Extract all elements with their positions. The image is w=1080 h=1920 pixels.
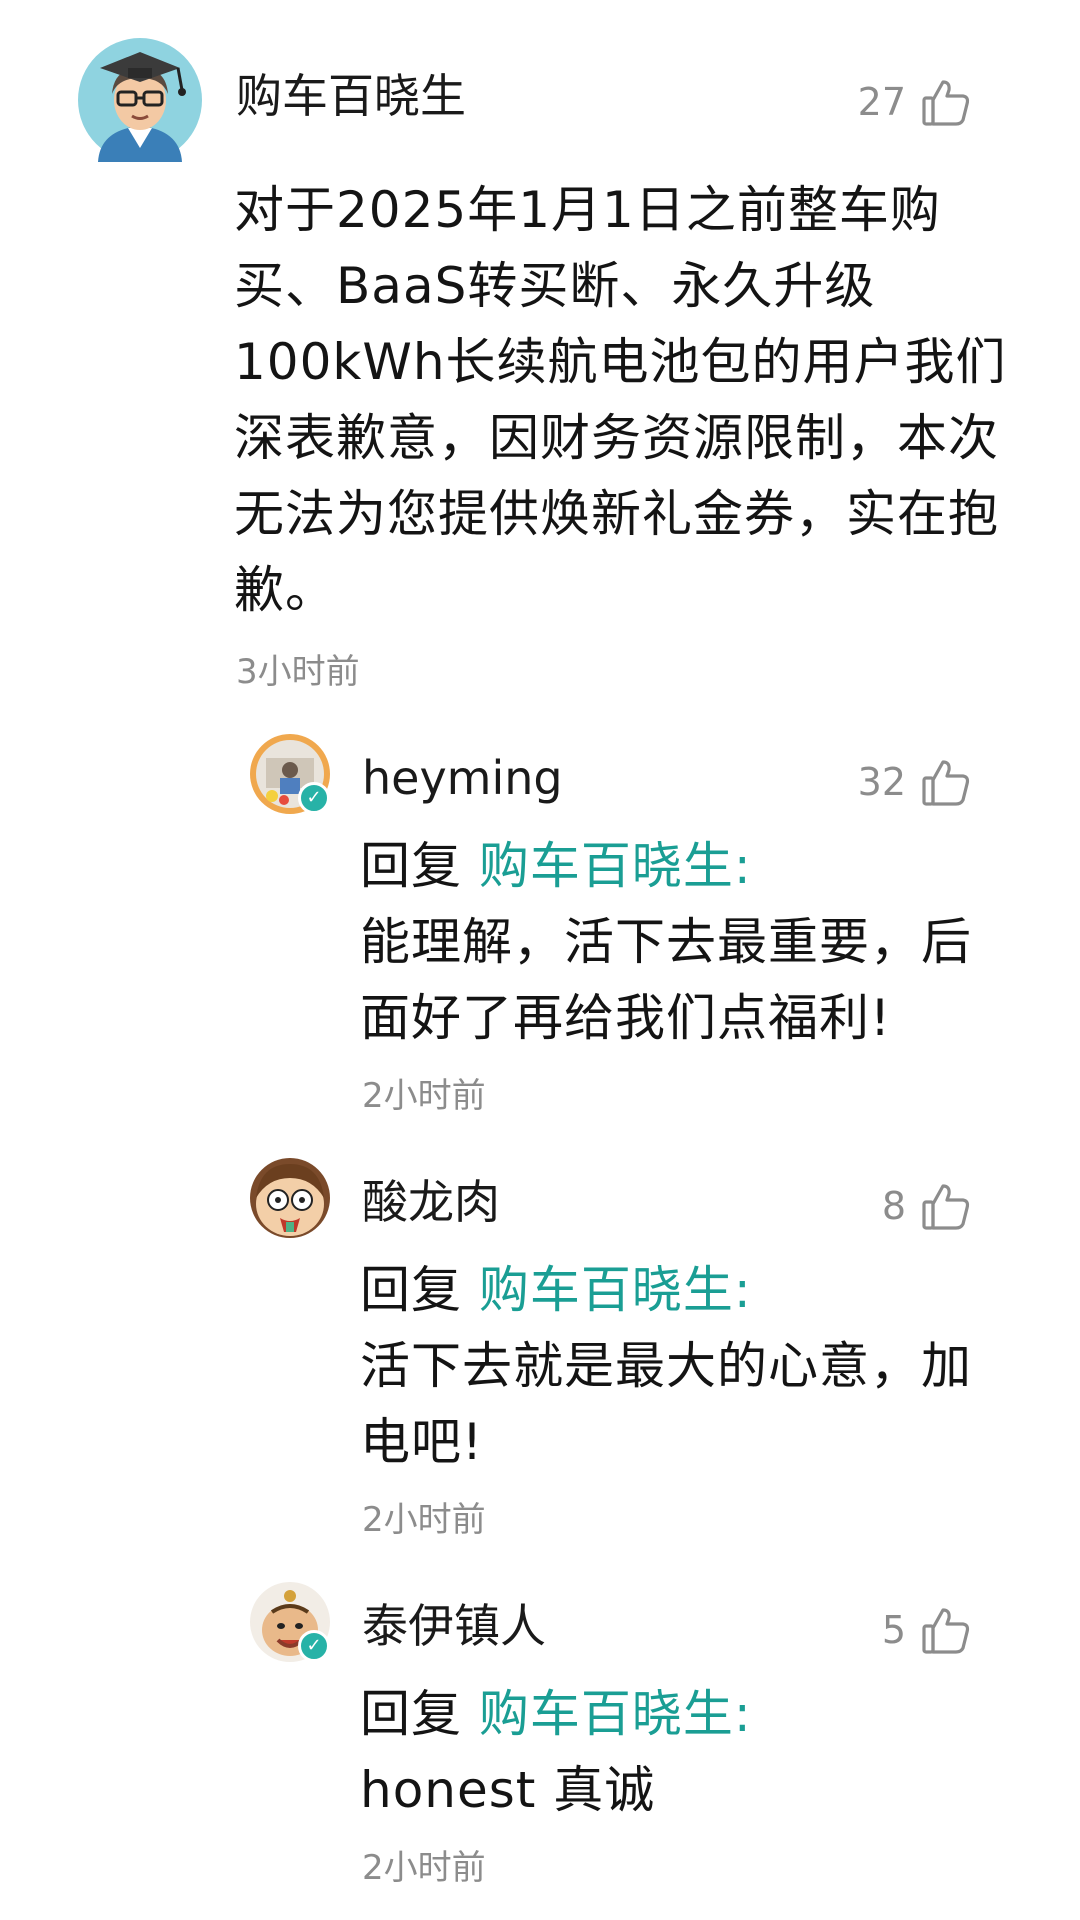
like-count: 32 [857,760,906,804]
reply-text: 回复 购车百晓生: 能理解，活下去最重要，后 面好了再给我们点福利! [360,828,1040,1056]
reply-comment: ✓ 泰伊镇人 5 回复 购车百晓生: honest 真诚 2小时前 [0,1568,1080,1898]
verified-badge-icon: ✓ [298,782,330,814]
thumbs-up-icon [920,1604,972,1656]
thumbs-up-icon [920,1180,972,1232]
reply-prefix: 回复 [360,1685,479,1743]
thumbs-up-icon [920,756,972,808]
reply-prefix: 回复 [360,837,479,895]
username[interactable]: 泰伊镇人 [362,1598,546,1654]
timestamp: 2小时前 [362,1500,486,1540]
like-button[interactable]: 32 [858,756,972,808]
comment-line: 对于2025年1月1日之前整车购 [234,181,941,239]
comment-line: 歉。 [234,561,336,619]
like-count: 27 [857,80,906,124]
comment-line: 深表歉意，因财务资源限制，本次 [234,409,999,467]
username[interactable]: 酸龙肉 [362,1174,500,1230]
like-button[interactable]: 5 [882,1604,972,1656]
reply-header: 回复 购车百晓生: [360,1252,1040,1328]
timestamp: 3小时前 [236,652,360,692]
avatar[interactable]: ✓ [250,734,330,814]
comment-line: 无法为您提供焕新礼金券，实在抱 [234,485,999,543]
reply-mention-link[interactable]: 购车百晓生: [479,1685,752,1743]
reply-text: 回复 购车百晓生: 活下去就是最大的心意，加 电吧! [360,1252,1040,1480]
like-button[interactable]: 8 [882,1180,972,1232]
timestamp: 2小时前 [362,1848,486,1888]
comment-text: 对于2025年1月1日之前整车购 买、BaaS转买断、永久升级 100kWh长续… [234,172,1024,628]
username[interactable]: heyming [362,750,563,806]
reply-line: 能理解，活下去最重要，后 [360,913,972,971]
reply-line: 面好了再给我们点福利! [360,989,892,1047]
timestamp: 2小时前 [362,1076,486,1116]
reply-comment: 酸龙肉 8 回复 购车百晓生: 活下去就是最大的心意，加 电吧! 2小时前 [0,1144,1080,1544]
reply-mention-link[interactable]: 购车百晓生: [479,1261,752,1319]
reply-line: 电吧! [360,1413,484,1471]
avatar[interactable] [78,38,202,162]
reply-text: 回复 购车百晓生: honest 真诚 [360,1676,1040,1828]
comment-line: 100kWh长续航电池包的用户我们 [234,333,1007,391]
reply-line: 活下去就是最大的心意，加 [360,1337,972,1395]
main-comment: 购车百晓生 27 对于2025年1月1日之前整车购 买、BaaS转买断、永久升级… [0,0,1080,692]
reply-comment: ✓ heyming 32 回复 购车百晓生: 能理解，活下去最重要，后 面好了再… [0,720,1080,1120]
reply-header: 回复 购车百晓生: [360,828,1040,904]
thumbs-up-icon [920,76,972,128]
reply-line: honest 真诚 [360,1761,656,1819]
verified-badge-icon: ✓ [298,1630,330,1662]
like-button[interactable]: 27 [858,76,972,128]
reply-header: 回复 购车百晓生: [360,1676,1040,1752]
like-count: 5 [881,1608,906,1652]
comment-line: 买、BaaS转买断、永久升级 [234,257,876,315]
reply-mention-link[interactable]: 购车百晓生: [479,837,752,895]
avatar[interactable] [250,1158,330,1238]
username[interactable]: 购车百晓生 [236,68,466,124]
avatar[interactable]: ✓ [250,1582,330,1662]
like-count: 8 [881,1184,906,1228]
reply-prefix: 回复 [360,1261,479,1319]
